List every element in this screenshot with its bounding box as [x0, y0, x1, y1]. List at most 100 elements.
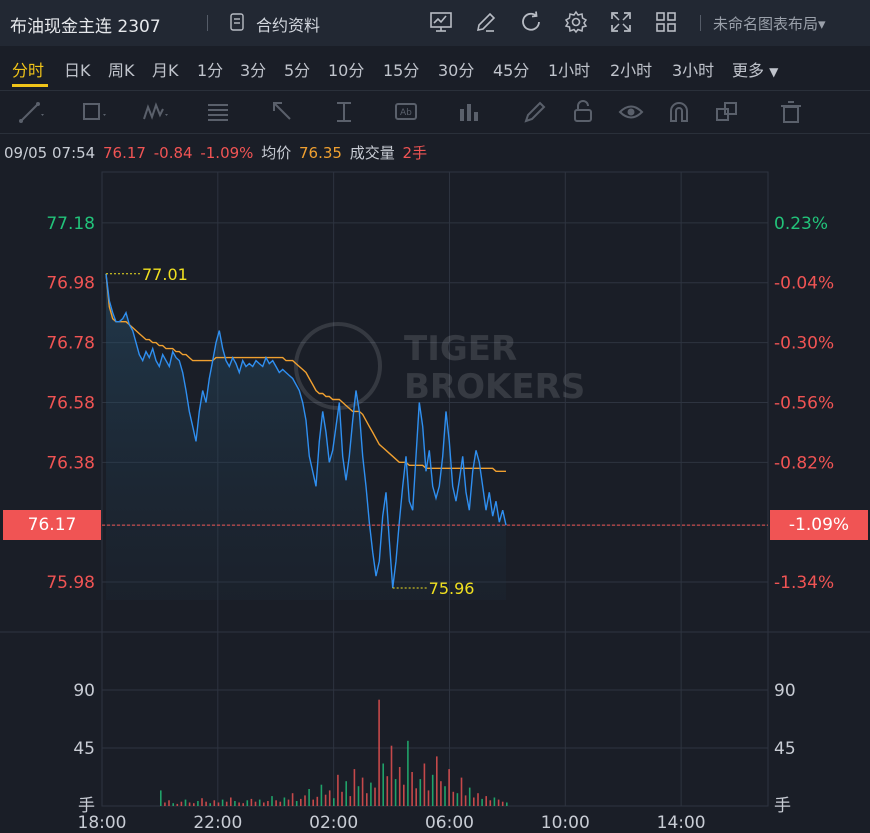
fibonacci-icon[interactable] [206, 99, 232, 125]
trash-icon[interactable] [778, 99, 804, 125]
refresh-icon[interactable] [519, 10, 543, 34]
volume-bar [324, 794, 327, 806]
volume-bar [217, 802, 220, 806]
intraday-chart[interactable]: TIGER BROKERS 77.01 75.96 77.18 76.98 76.78… [0, 170, 870, 833]
volume-bar [267, 801, 269, 806]
volume-tick-left: 45 [73, 739, 95, 759]
volume-tick-right: 手 [774, 796, 791, 816]
volume-bar [370, 782, 372, 806]
document-icon[interactable] [230, 13, 244, 31]
avg-label: 均价 [261, 144, 292, 162]
magnet-icon[interactable] [666, 99, 692, 125]
instrument-title[interactable]: 布油现金主连 2307 [10, 12, 161, 37]
volume-bar [320, 784, 323, 806]
gear-icon[interactable] [564, 10, 588, 34]
price-tick: 76.38 [46, 453, 95, 473]
text-annotation-icon[interactable]: Ab [394, 99, 420, 125]
volume-bar [353, 769, 356, 806]
tab-1hour[interactable]: 1小时 [548, 57, 590, 81]
volume-bar [209, 803, 211, 806]
volume-bar [188, 802, 191, 806]
volume-label: 成交量 [349, 144, 395, 162]
tab-week[interactable]: 周K [108, 57, 135, 81]
volume-bar [279, 801, 282, 806]
tab-3hour[interactable]: 3小时 [672, 57, 714, 81]
volume-bar [357, 786, 360, 806]
volume-bar [341, 791, 343, 806]
price-area-fill [106, 273, 506, 600]
pct-tick: -0.04% [774, 274, 834, 294]
volume-bar [304, 795, 306, 806]
time-tick: 10:00 [541, 813, 590, 833]
volume-bar [436, 756, 438, 806]
caret-down-icon: ▾ [818, 15, 826, 33]
tab-15min[interactable]: 15分 [383, 57, 419, 81]
eye-icon[interactable] [618, 99, 644, 125]
tab-day[interactable]: 日K [64, 57, 91, 81]
volume-bar [497, 799, 500, 806]
volume-bar [234, 801, 236, 806]
layout-selector[interactable]: 未命名图表布局▾ [713, 13, 826, 34]
caret-down-icon: ▼ [769, 65, 779, 79]
volume-bar [263, 802, 265, 806]
measure-icon[interactable] [456, 99, 482, 125]
price-range-icon[interactable] [332, 99, 358, 125]
tab-1min[interactable]: 1分 [197, 57, 223, 81]
volume-bar [291, 793, 294, 806]
tab-fenshi[interactable]: 分时 [12, 57, 44, 81]
tab-3min[interactable]: 3分 [240, 57, 266, 81]
volume-bar [275, 800, 277, 806]
tab-month[interactable]: 月K [152, 57, 179, 81]
volume-bar [225, 801, 228, 806]
pct-tick: -0.56% [774, 393, 834, 413]
pencil-icon[interactable] [474, 10, 498, 34]
volume-bar [337, 774, 339, 806]
price-tick: 75.98 [46, 573, 95, 593]
volume-bar [448, 769, 450, 806]
low-marker-label: 75.96 [429, 579, 475, 598]
volume-bar [176, 803, 179, 806]
volume-bar [366, 793, 368, 806]
volume-bar [390, 745, 393, 806]
volume-bar [312, 799, 314, 806]
contract-info-link[interactable]: 合约资料 [256, 12, 320, 36]
rectangle-tool-icon[interactable] [80, 99, 106, 125]
fullscreen-icon[interactable] [609, 10, 633, 34]
brush-icon[interactable] [522, 99, 548, 125]
tab-2hour[interactable]: 2小时 [610, 57, 652, 81]
lock-icon[interactable] [570, 99, 596, 125]
volume-bar [349, 796, 352, 806]
volume-bar [221, 799, 224, 806]
tab-45min[interactable]: 45分 [493, 57, 529, 81]
time-tick: 22:00 [193, 813, 242, 833]
volume-bar [440, 781, 442, 806]
quote-change-pct: -1.09% [200, 144, 254, 162]
volume-bar [258, 799, 261, 806]
arrow-tool-icon[interactable] [270, 99, 296, 125]
chart-settings-icon[interactable] [429, 10, 453, 34]
volume-bar [378, 699, 380, 806]
volume-bar [300, 798, 302, 806]
avg-price: 76.35 [299, 144, 342, 162]
watermark-line-1: TIGER [404, 329, 517, 369]
volume-value: 2手 [402, 144, 428, 162]
tab-30min[interactable]: 30分 [438, 57, 474, 81]
volume-bar [456, 793, 459, 806]
grid-layout-icon[interactable] [654, 10, 678, 34]
tab-10min[interactable]: 10分 [328, 57, 364, 81]
layers-icon[interactable] [714, 99, 740, 125]
volume-bar [403, 784, 405, 806]
tab-more[interactable]: 更多 ▼ [732, 57, 778, 81]
svg-text:Ab: Ab [400, 108, 412, 118]
volume-bar [242, 803, 244, 806]
watermark: TIGER BROKERS [294, 322, 585, 410]
volume-bar [201, 798, 203, 806]
volume-bar [477, 793, 479, 806]
volume-bar [374, 787, 376, 806]
trend-line-icon[interactable] [18, 99, 44, 125]
volume-bar [283, 797, 286, 806]
wave-pattern-icon[interactable] [142, 99, 168, 125]
quote-change: -0.84 [153, 144, 193, 162]
tab-5min[interactable]: 5分 [284, 57, 310, 81]
volume-bar [172, 803, 174, 806]
